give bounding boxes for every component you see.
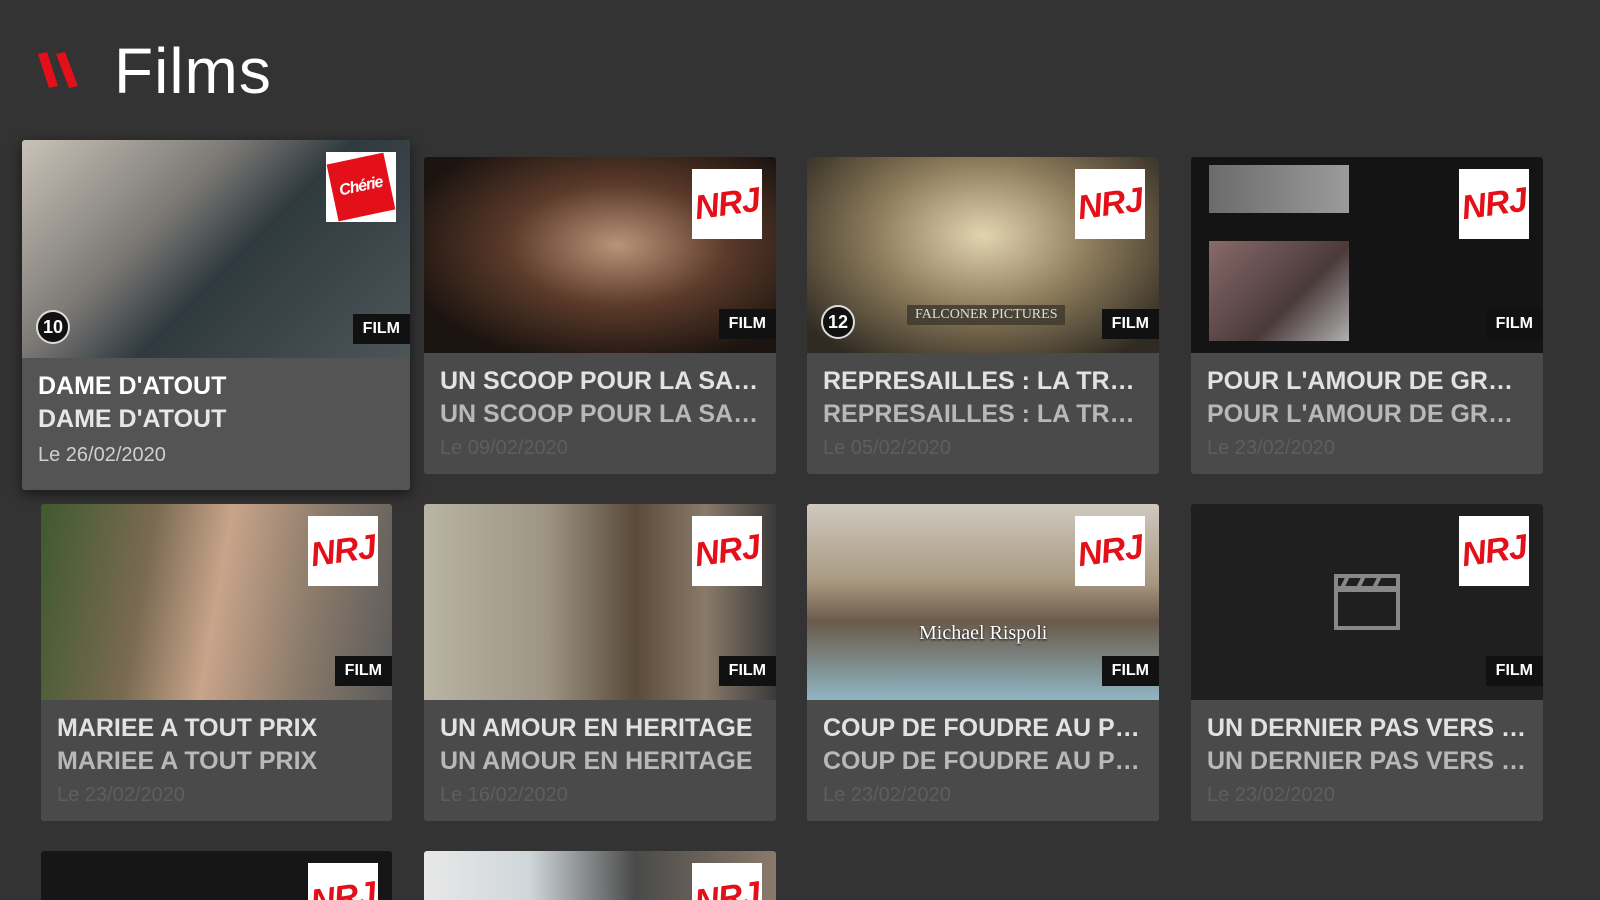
card-date: Le 09/02/2020	[440, 437, 568, 459]
channel-logo-nrj12: NRJ	[1075, 169, 1145, 239]
film-card[interactable]: Chérie 10 FILM DAME D'ATOUT DAME D'ATOUT…	[22, 140, 410, 490]
channel-logo-nrj12: NRJ	[308, 516, 378, 586]
type-badge: FILM	[352, 314, 410, 344]
nrj12-logo-icon: NRJ	[692, 518, 762, 584]
card-subtitle: POUR L'AMOUR DE GRACE	[1207, 400, 1527, 428]
card-date: Le 23/02/2020	[1207, 437, 1335, 459]
channel-logo-nrj12: NRJ	[308, 863, 378, 900]
red-slashes-logo-icon	[38, 52, 78, 88]
card-title: REPRESAILLES : LA TRA...	[823, 367, 1143, 395]
card-subtitle: DAME D'ATOUT	[38, 405, 227, 433]
nrj12-logo-icon: NRJ	[692, 171, 762, 237]
film-card[interactable]: NRJ FILM UN AMOUR EN HERITAGE UN AMOUR E…	[424, 504, 776, 821]
studio-credit-text: FALCONER PICTURES	[907, 305, 1066, 325]
type-badge: FILM	[1101, 309, 1159, 339]
page-header: Films	[38, 35, 272, 107]
cherie25-logo-icon: Chérie	[326, 152, 396, 222]
thumbnail: NRJ FILM	[1191, 504, 1543, 700]
card-date: Le 16/02/2020	[440, 784, 568, 806]
thumbnail: NRJ FILM	[424, 504, 776, 700]
card-info: POUR L'AMOUR DE GRACE POUR L'AMOUR DE GR…	[1191, 367, 1543, 474]
card-title: DAME D'ATOUT	[38, 372, 227, 400]
card-info: UN SCOOP POUR LA SAI... UN SCOOP POUR LA…	[424, 367, 776, 474]
card-title: UN DERNIER PAS VERS L...	[1207, 714, 1527, 742]
type-badge: FILM	[1101, 656, 1159, 686]
nrj12-logo-icon: NRJ	[308, 865, 378, 900]
card-subtitle: UN DERNIER PAS VERS L'...	[1207, 747, 1527, 775]
card-date: Le 23/02/2020	[823, 784, 951, 806]
card-subtitle: MARIEE A TOUT PRIX	[57, 747, 318, 775]
type-badge: FILM	[334, 656, 392, 686]
thumbnail: Michael Rispoli NRJ FILM	[807, 504, 1159, 700]
nrj12-logo-icon: NRJ	[1459, 518, 1529, 584]
card-date: Le 23/02/2020	[1207, 784, 1335, 806]
thumbnail: NRJ FILM	[424, 157, 776, 353]
card-title: UN SCOOP POUR LA SAI...	[440, 367, 760, 395]
film-card[interactable]: Michael Rispoli NRJ FILM COUP DE FOUDRE …	[807, 504, 1159, 821]
channel-logo-nrj12: NRJ	[1459, 169, 1529, 239]
thumbnail: NRJ FILM	[41, 504, 392, 700]
card-info: REPRESAILLES : LA TRA... REPRESAILLES : …	[807, 367, 1159, 474]
card-info: MARIEE A TOUT PRIX MARIEE A TOUT PRIX Le…	[41, 714, 392, 821]
card-info: UN AMOUR EN HERITAGE UN AMOUR EN HERITAG…	[424, 714, 776, 821]
card-subtitle: UN SCOOP POUR LA SAI...	[440, 400, 760, 428]
thumbnail: NRJ	[41, 851, 392, 900]
card-info: UN DERNIER PAS VERS L... UN DERNIER PAS …	[1191, 714, 1543, 821]
card-subtitle: REPRESAILLES : LA TRA...	[823, 400, 1143, 428]
card-date: Le 23/02/2020	[57, 784, 185, 806]
thumbnail: NRJ FILM	[1191, 157, 1543, 353]
channel-logo-nrj12: NRJ	[692, 169, 762, 239]
card-title: MARIEE A TOUT PRIX	[57, 714, 318, 742]
channel-logo-cherie25: Chérie	[326, 152, 396, 222]
channel-logo-nrj12: NRJ	[1075, 516, 1145, 586]
film-card[interactable]: NRJ FILM POUR L'AMOUR DE GRACE POUR L'AM…	[1191, 157, 1543, 474]
age-rating-badge: 10	[36, 310, 70, 344]
thumbnail: NRJ	[424, 851, 776, 900]
nrj12-logo-icon: NRJ	[1075, 518, 1145, 584]
page-title: Films	[114, 35, 272, 107]
clapperboard-icon	[1334, 574, 1400, 630]
card-title: UN AMOUR EN HERITAGE	[440, 714, 753, 742]
nrj12-logo-icon: NRJ	[1075, 171, 1145, 237]
type-badge: FILM	[1485, 656, 1543, 686]
type-badge: FILM	[718, 309, 776, 339]
channel-logo-nrj12: NRJ	[692, 863, 762, 900]
channel-logo-nrj12: NRJ	[1459, 516, 1529, 586]
age-rating-badge: 12	[821, 305, 855, 339]
thumbnail: FALCONER PICTURES NRJ 12 FILM	[807, 157, 1159, 353]
film-card[interactable]: NRJ FILM UN DERNIER PAS VERS L... UN DER…	[1191, 504, 1543, 821]
nrj12-logo-icon: NRJ	[1459, 171, 1529, 237]
card-subtitle: UN AMOUR EN HERITAGE	[440, 747, 753, 775]
film-card[interactable]: FALCONER PICTURES NRJ 12 FILM REPRESAILL…	[807, 157, 1159, 474]
card-date: Le 26/02/2020	[38, 444, 166, 466]
film-card[interactable]: NRJ FILM MARIEE A TOUT PRIX MARIEE A TOU…	[41, 504, 392, 821]
nrj12-logo-icon: NRJ	[692, 865, 762, 900]
thumbnail: Chérie 10 FILM	[22, 140, 410, 358]
film-card[interactable]: NRJ	[424, 851, 776, 900]
card-title: POUR L'AMOUR DE GRACE	[1207, 367, 1527, 395]
nrj12-logo-icon: NRJ	[308, 518, 378, 584]
type-badge: FILM	[718, 656, 776, 686]
card-title: COUP DE FOUDRE AU PL...	[823, 714, 1143, 742]
card-info: COUP DE FOUDRE AU PL... COUP DE FOUDRE A…	[807, 714, 1159, 821]
film-card[interactable]: NRJ FILM UN SCOOP POUR LA SAI... UN SCOO…	[424, 157, 776, 474]
type-badge: FILM	[1485, 309, 1543, 339]
actor-credit-text: Michael Rispoli	[919, 622, 1048, 644]
film-card[interactable]: NRJ	[41, 851, 392, 900]
card-info: DAME D'ATOUT DAME D'ATOUT Le 26/02/2020	[22, 372, 410, 490]
card-date: Le 05/02/2020	[823, 437, 951, 459]
card-subtitle: COUP DE FOUDRE AU PL...	[823, 747, 1143, 775]
channel-logo-nrj12: NRJ	[692, 516, 762, 586]
